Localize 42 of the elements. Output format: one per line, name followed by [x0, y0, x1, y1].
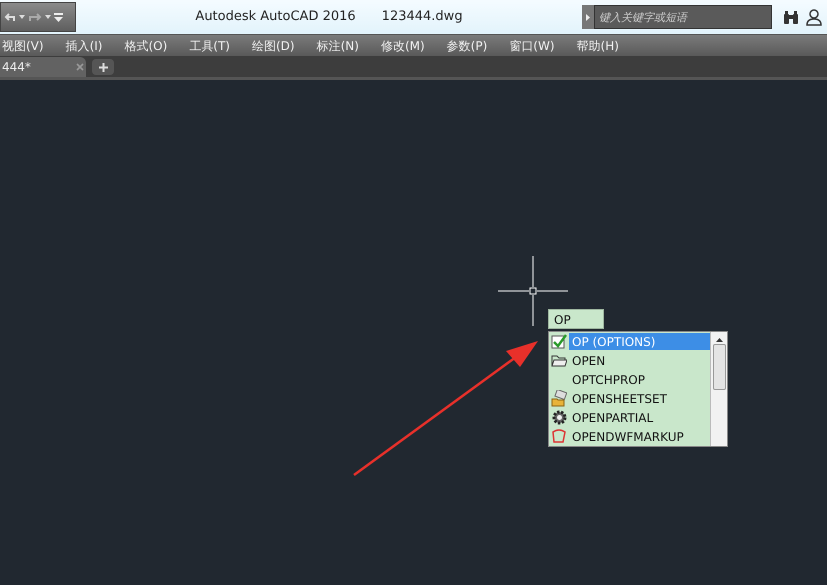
command-input[interactable]: OP [548, 309, 604, 329]
menu-item[interactable]: 插入(I) [66, 36, 102, 54]
scroll-up-icon [716, 338, 722, 342]
caret-icon[interactable] [45, 15, 51, 19]
plus-icon [98, 62, 108, 72]
search-field[interactable]: 键入关键字或短语 [594, 5, 772, 29]
user-icon[interactable] [806, 8, 822, 26]
dropdown-icon[interactable] [54, 12, 63, 22]
suggestion-item[interactable]: OPTCHPROP [569, 371, 648, 388]
scrollbar-thumb[interactable] [712, 344, 726, 390]
menu-item[interactable]: 窗口(W) [509, 36, 555, 54]
file-name: 123444.dwg [382, 8, 463, 26]
tab-label: 444* [2, 59, 31, 76]
suggestion-item[interactable]: OPENPARTIAL [569, 409, 656, 426]
markup-icon [551, 428, 567, 445]
gear-icon [551, 409, 567, 426]
menu-item[interactable]: 修改(M) [380, 36, 425, 54]
checkbox-icon [551, 333, 567, 350]
menu-item[interactable]: 标注(N) [316, 36, 359, 54]
sheet-set-icon [551, 390, 567, 407]
menu-item[interactable]: 工具(T) [189, 36, 230, 54]
menu-item[interactable]: 视图(V) [2, 36, 44, 54]
suggestion-item[interactable]: OPENSHEETSET [569, 390, 670, 407]
expand-button[interactable] [582, 5, 594, 29]
menu-item[interactable]: 参数(P) [446, 36, 488, 54]
menu-item[interactable]: 帮助(H) [576, 36, 619, 54]
caret-icon[interactable] [19, 15, 25, 19]
suggestion-item[interactable]: OP (OPTIONS) [569, 333, 710, 350]
scrollbar[interactable] [710, 332, 727, 446]
drawing-canvas[interactable]: OP OP (OPTIONS) OPEN OPTCHPROP OPENSHEETSET OPENPARTIAL OPENDWFMARKUP [0, 80, 827, 585]
suggestion-item[interactable]: OPEN [569, 352, 608, 369]
redo-icon[interactable] [28, 11, 42, 23]
document-tab[interactable]: 444* [0, 57, 86, 77]
window-title: Autodesk AutoCAD 2016 [195, 8, 356, 26]
undo-icon[interactable] [4, 11, 16, 23]
suggestion-item[interactable]: OPENDWFMARKUP [569, 428, 687, 445]
new-tab-button[interactable] [92, 59, 114, 75]
close-icon[interactable] [76, 63, 84, 71]
menu-item[interactable]: 格式(O) [124, 36, 168, 54]
binoculars-icon[interactable] [783, 10, 799, 24]
triangle-icon [586, 14, 590, 20]
menu-item[interactable]: 绘图(D) [252, 36, 295, 54]
